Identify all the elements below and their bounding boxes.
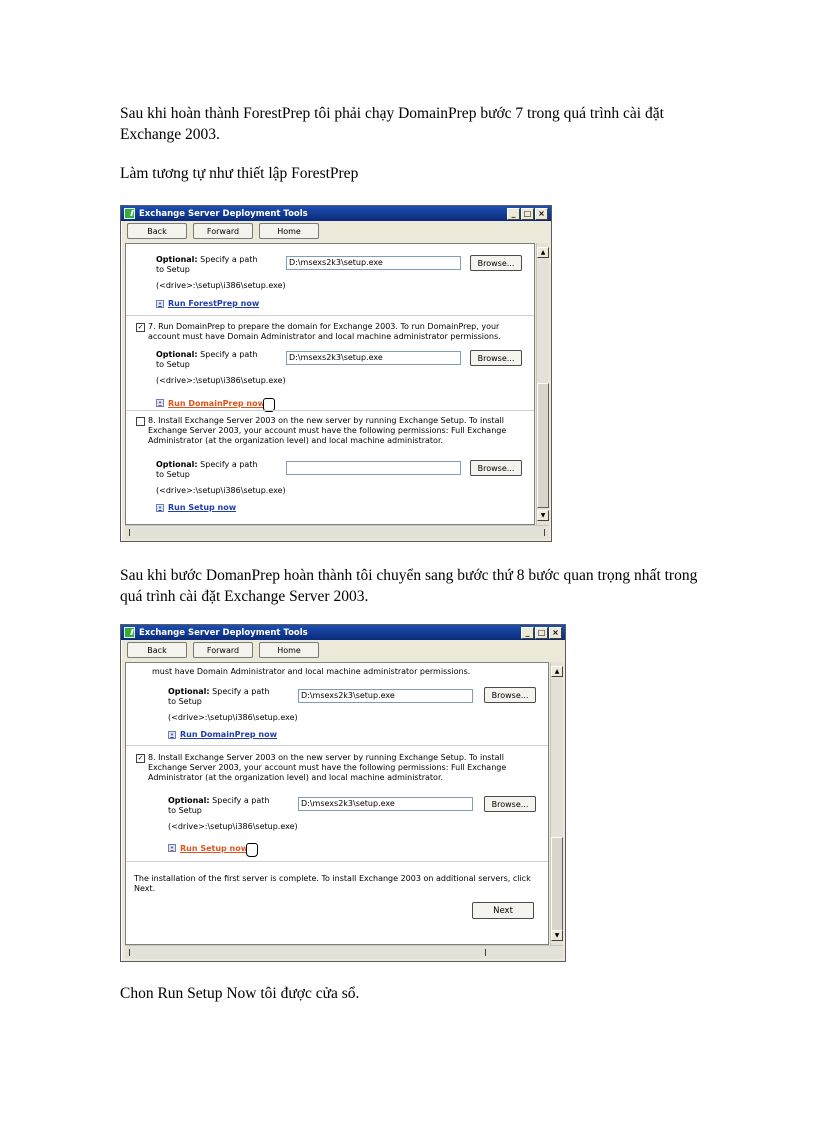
divider	[126, 745, 548, 746]
horizontal-scrollbar[interactable]	[125, 945, 563, 959]
domainprep-path-input[interactable]: D:\msexs2k3\setup.exe	[298, 689, 473, 703]
deployment-tools-window-1: Exchange Server Deployment Tools _ □ × B…	[120, 205, 552, 542]
setup-path-input[interactable]: D:\msexs2k3\setup.exe	[298, 797, 473, 811]
hand-cursor-icon	[246, 843, 259, 857]
step-8: 8. Install Exchange Server 2003 on the n…	[136, 416, 524, 456]
browse-button[interactable]: Browse...	[484, 687, 536, 703]
setup-path-label: Optional: Specify a path to Setup	[156, 255, 258, 274]
close-icon[interactable]: ×	[535, 208, 548, 220]
minimize-icon[interactable]: _	[521, 627, 534, 639]
step-7-description-tail: must have Domain Administrator and local…	[152, 667, 471, 676]
deployment-steps-panel: Optional: Specify a path to Setup (<driv…	[125, 243, 535, 525]
scroll-down-icon[interactable]: ▼	[537, 510, 549, 521]
run-forestprep-link[interactable]: » Run ForestPrep now	[156, 299, 259, 308]
minimize-icon[interactable]: _	[507, 208, 520, 220]
window-titlebar: Exchange Server Deployment Tools _ □ ×	[121, 206, 551, 221]
setup-path-hint: (<drive>:\setup\i386\setup.exe)	[168, 713, 298, 722]
paragraph-run-setup-now: Chon Run Setup Now tôi được cửa sổ.	[120, 985, 360, 1002]
step-8-checkbox[interactable]	[136, 417, 145, 426]
divider	[126, 315, 534, 316]
back-button[interactable]: Back	[127, 642, 187, 658]
step-8-description: 8. Install Exchange Server 2003 on the n…	[148, 753, 507, 782]
browse-button[interactable]: Browse...	[470, 255, 522, 271]
scroll-up-icon[interactable]: ▲	[551, 666, 563, 677]
window-title: Exchange Server Deployment Tools	[139, 208, 308, 219]
vertical-scrollbar[interactable]: ▲ ▼	[550, 662, 563, 945]
link-arrow-icon: »	[168, 844, 176, 852]
browse-button[interactable]: Browse...	[470, 460, 522, 476]
setup-path-label: Optional: Specify a path to Setup	[156, 350, 258, 369]
back-button[interactable]: Back	[127, 223, 187, 239]
step-8: ✓ 8. Install Exchange Server 2003 on the…	[136, 753, 538, 793]
scroll-left-mark	[129, 949, 130, 956]
run-setup-link[interactable]: » Run Setup now	[156, 503, 236, 512]
run-domainprep-link[interactable]: » Run DomainPrep now	[168, 730, 277, 739]
scroll-up-icon[interactable]: ▲	[537, 247, 549, 258]
setup-path-label: Optional: Specify a path to Setup	[168, 796, 270, 815]
deployment-tools-window-2: Exchange Server Deployment Tools _ □ × B…	[120, 624, 566, 962]
nav-toolbar: Back Forward Home	[121, 640, 565, 660]
browse-button[interactable]: Browse...	[484, 796, 536, 812]
link-arrow-icon: »	[168, 730, 176, 739]
maximize-icon[interactable]: □	[521, 208, 534, 220]
paragraph-step-8-intro: Sau khi bước DomanPrep hoàn thành tôi ch…	[120, 567, 698, 605]
step-8-description: 8. Install Exchange Server 2003 on the n…	[148, 416, 507, 445]
link-arrow-icon: »	[156, 503, 164, 512]
scroll-left-mark	[129, 529, 130, 536]
divider	[126, 410, 534, 411]
window-title: Exchange Server Deployment Tools	[139, 627, 308, 638]
setup-path-label: Optional: Specify a path to Setup	[168, 687, 270, 706]
home-button[interactable]: Home	[259, 642, 319, 658]
deployment-steps-panel: must have Domain Administrator and local…	[125, 662, 549, 945]
forward-button[interactable]: Forward	[193, 642, 253, 658]
nav-toolbar: Back Forward Home	[121, 221, 551, 241]
setup-path-input[interactable]	[286, 461, 461, 475]
browse-button[interactable]: Browse...	[470, 350, 522, 366]
horizontal-scrollbar[interactable]	[125, 525, 549, 539]
maximize-icon[interactable]: □	[535, 627, 548, 639]
home-button[interactable]: Home	[259, 223, 319, 239]
divider	[126, 861, 548, 862]
exchange-app-icon	[124, 627, 135, 638]
step-7-description: 7. Run DomainPrep to prepare the domain …	[148, 322, 501, 341]
scroll-right-mark	[544, 529, 545, 536]
vertical-scrollbar[interactable]: ▲ ▼	[536, 243, 549, 525]
scroll-middle-mark	[485, 949, 486, 956]
domainprep-path-input[interactable]: D:\msexs2k3\setup.exe	[286, 351, 461, 365]
paragraph-forestprep-done: Sau khi hoàn thành ForestPrep tôi phải c…	[120, 105, 664, 143]
installation-complete-message: The installation of the first server is …	[134, 874, 531, 893]
forward-button[interactable]: Forward	[193, 223, 253, 239]
forestprep-path-input[interactable]: D:\msexs2k3\setup.exe	[286, 256, 461, 270]
scroll-down-icon[interactable]: ▼	[551, 930, 563, 941]
step-7: ✓ 7. Run DomainPrep to prepare the domai…	[136, 322, 524, 352]
setup-path-hint: (<drive>:\setup\i386\setup.exe)	[156, 486, 286, 495]
link-arrow-icon: »	[156, 299, 164, 308]
link-arrow-icon: »	[156, 399, 164, 407]
step-8-checkbox[interactable]: ✓	[136, 754, 145, 763]
run-setup-link[interactable]: » Run Setup now	[168, 839, 259, 857]
window-titlebar: Exchange Server Deployment Tools _ □ ×	[121, 625, 565, 640]
setup-path-label: Optional: Specify a path to Setup	[156, 460, 258, 479]
close-icon[interactable]: ×	[549, 627, 562, 639]
scroll-thumb[interactable]	[537, 383, 549, 508]
setup-path-hint: (<drive>:\setup\i386\setup.exe)	[168, 822, 298, 831]
setup-path-hint: (<drive>:\setup\i386\setup.exe)	[156, 376, 286, 385]
step-7-checkbox[interactable]: ✓	[136, 323, 145, 332]
exchange-app-icon	[124, 208, 135, 219]
scroll-thumb[interactable]	[551, 837, 563, 932]
next-button[interactable]: Next	[472, 902, 534, 919]
paragraph-same-as-forestprep: Làm tương tự như thiết lập ForestPrep	[120, 165, 359, 182]
setup-path-hint: (<drive>:\setup\i386\setup.exe)	[156, 281, 286, 290]
